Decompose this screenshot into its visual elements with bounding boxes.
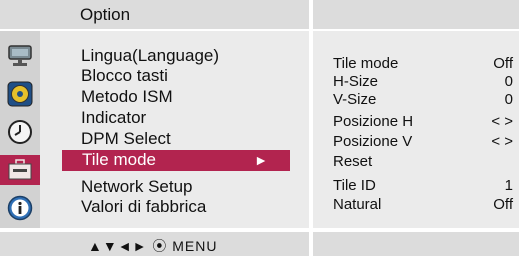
clock-icon[interactable]	[3, 117, 37, 147]
header-bar-right	[313, 0, 519, 29]
submenu-row-tile-id[interactable]: Tile ID 1	[333, 177, 513, 195]
menu-item-language[interactable]: Lingua(Language)	[81, 46, 219, 67]
monitor-icon[interactable]	[3, 41, 37, 71]
submenu-row-h-size[interactable]: H-Size 0	[333, 73, 513, 91]
header-bar: Option	[0, 0, 309, 29]
menu-item-dpm-select[interactable]: DPM Select	[81, 129, 171, 150]
submenu-row-v-size[interactable]: V-Size 0	[333, 91, 513, 109]
toolbox-icon[interactable]	[0, 155, 40, 185]
submenu-row-reset[interactable]: Reset	[333, 153, 513, 171]
menu-item-tile-mode[interactable]: Tile mode ►	[62, 150, 290, 171]
menu-item-network-setup[interactable]: Network Setup	[81, 177, 193, 198]
menu-item-key-lock[interactable]: Blocco tasti	[81, 66, 168, 87]
submenu-row-tile-mode[interactable]: Tile mode Off	[333, 55, 513, 73]
menu-title: Option	[80, 5, 131, 24]
submenu-row-natural[interactable]: Natural Off	[333, 196, 513, 214]
menu-item-factory-reset[interactable]: Valori di fabbrica	[81, 197, 206, 218]
menu-item-indicator[interactable]: Indicator	[81, 108, 146, 129]
footer-bar-right	[313, 232, 519, 256]
submenu-arrow-icon: ►	[254, 152, 268, 168]
submenu-row-v-position[interactable]: Posizione V < >	[333, 133, 513, 151]
menu-item-tile-mode-label: Tile mode	[82, 150, 157, 169]
menu-item-ism-method[interactable]: Metodo ISM	[81, 87, 173, 108]
submenu-row-h-position[interactable]: Posizione H < >	[333, 113, 513, 131]
disc-icon[interactable]	[3, 79, 37, 109]
navigation-keys-hint: ▲▼◄► ⦿ MENU	[88, 238, 218, 254]
info-icon[interactable]	[3, 193, 37, 223]
osd-menu: Option Lingua(Language) Blocco tasti Met…	[0, 0, 519, 256]
